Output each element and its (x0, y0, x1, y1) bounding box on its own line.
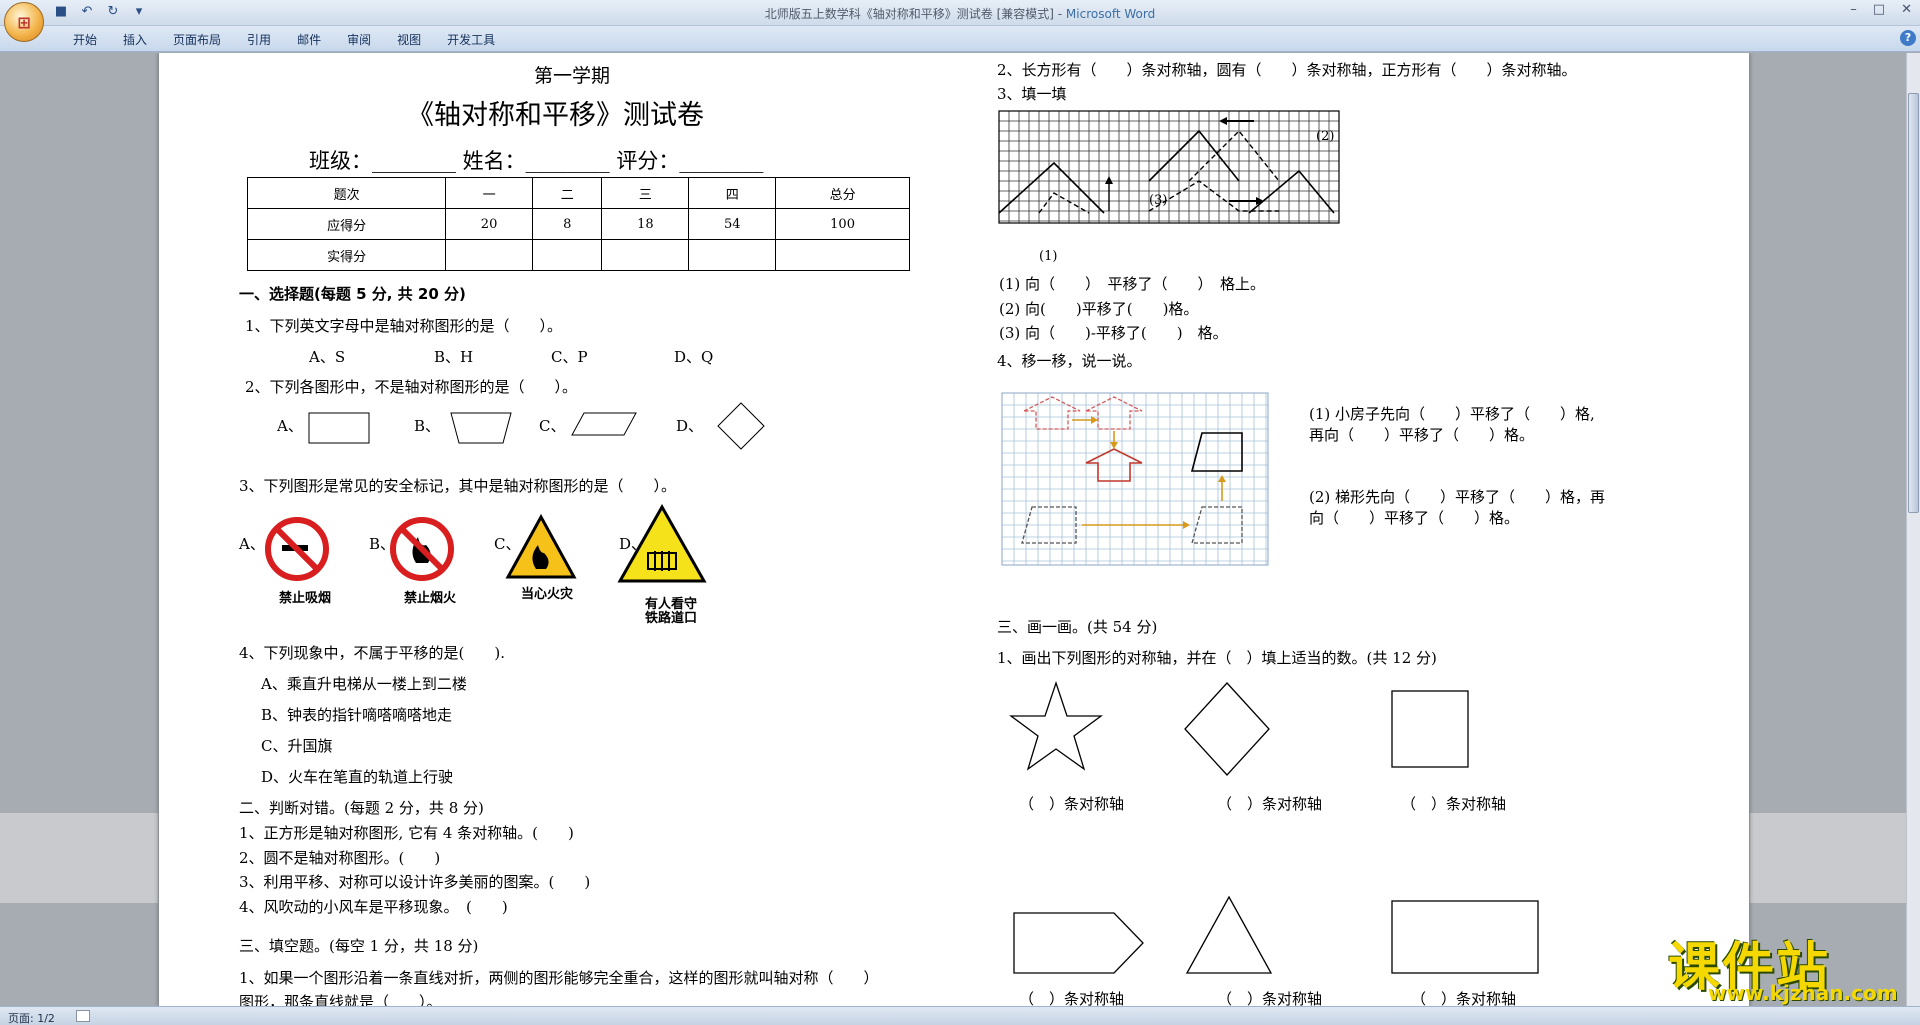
ribbon-tab[interactable]: 开发工具 (434, 30, 508, 49)
grid-question-3: (3) 向（ )-平移了( ) 格。 (999, 324, 1228, 342)
safety-signs (265, 503, 707, 583)
ribbon: 开始 插入 页面布局 引用 邮件 审阅 视图 开发工具 ? (0, 26, 1920, 52)
close-icon[interactable]: ✕ (1901, 2, 1912, 17)
office-button[interactable]: ⊞ (4, 2, 44, 42)
house-question-a: (1) 小房子先向（ ）平移了（ ）格, (1309, 405, 1595, 423)
page-indicator[interactable]: 页面: 1/2 (8, 1010, 55, 1025)
triangle-shape (1185, 895, 1273, 974)
pentagon-shape (1013, 912, 1144, 974)
watermark-url: www.kjzhan.com (1708, 981, 1898, 1005)
axis-count-triangle: （ ）条对称轴 (1217, 990, 1323, 1006)
diamond-shape (1184, 682, 1270, 776)
maximize-icon[interactable]: □ (1873, 2, 1885, 17)
q4-option-d: D、火车在笔直的轨道上行驶 (261, 768, 454, 786)
ribbon-tab[interactable]: 开始 (60, 30, 110, 49)
sign-label-fire-warning: 当心火灾 (521, 587, 574, 602)
title-bar: ■ ↶ ↻ ▾ 北师版五上数学科《轴对称和平移》测试卷 [兼容模式] - Mic… (0, 0, 1920, 26)
judge-item-3: 3、利用平移、对称可以设计许多美丽的图案。( ) (239, 873, 591, 891)
ribbon-tab[interactable]: 视图 (384, 30, 434, 49)
ribbon-tab[interactable]: 审阅 (334, 30, 384, 49)
watermark-logo: 课件站 www.kjzhan.com (1668, 925, 1908, 1005)
q4-option-a: A、乘直升电梯从一楼上到二楼 (261, 675, 467, 693)
scroll-thumb[interactable] (1908, 93, 1919, 513)
ribbon-tab[interactable]: 引用 (234, 30, 284, 49)
vertical-scrollbar[interactable] (1906, 53, 1920, 1006)
section-2-title: 二、判断对错。(每题 2 分，共 8 分) (239, 799, 484, 817)
grid-label-2: (2) (1316, 129, 1335, 144)
axis-count-pentagon: （ ）条对称轴 (1019, 990, 1125, 1006)
section-3-title: 三、填空题。(每空 1 分，共 18 分) (239, 937, 479, 955)
status-bar: 页面: 1/2 (0, 1006, 1920, 1025)
help-icon[interactable]: ? (1900, 30, 1916, 46)
rectangle-shape (308, 412, 370, 444)
ribbon-tabs: 开始 插入 页面布局 引用 邮件 审阅 视图 开发工具 (60, 30, 508, 49)
trapezoid-question-a: (2) 梯形先向（ ）平移了（ ）格，再 (1309, 488, 1606, 506)
symmetry-shapes (1009, 680, 1539, 974)
fire-warning-sign (505, 513, 577, 579)
question-4: 4、下列现象中，不属于平移的是( ). (239, 644, 506, 662)
square-shape (1391, 690, 1469, 768)
q3-option-a: A、 (239, 535, 265, 553)
house-question-b: 再向（ ）平移了（ ）格。 (1309, 426, 1535, 444)
fill-question-1-cont: 图形，那条直线就是（ ）。 (239, 993, 442, 1006)
ribbon-tab[interactable]: 插入 (110, 30, 160, 49)
trapezoid-question-b: 向（ ）平移了（ ）格。 (1309, 509, 1520, 527)
axis-count-diamond: （ ）条对称轴 (1217, 795, 1323, 813)
judge-item-4: 4、风吹动的小风车是平移现象。 ( ) (239, 898, 508, 916)
q2-shapes (308, 402, 765, 450)
grid-question-1: (1) 向（ ） 平移了（ ） 格上。 (999, 275, 1266, 293)
no-fire-sign (390, 517, 454, 581)
window-title: 北师版五上数学科《轴对称和平移》测试卷 [兼容模式] - Microsoft W… (764, 7, 1156, 21)
grid-question-2: (2) 向( )平移了( )格。 (999, 300, 1199, 318)
q4-option-c: C、升国旗 (261, 737, 333, 755)
fill-question-1: 1、如果一个图形沿着一条直线对折，两侧的图形能够完全重合，这样的图形就叫轴对称（… (239, 969, 879, 987)
triangle-shape-1 (998, 161, 1105, 214)
ribbon-tab[interactable]: 页面布局 (160, 30, 234, 49)
no-smoking-sign (265, 517, 329, 581)
axis-count-rectangle: （ ）条对称轴 (1411, 990, 1517, 1006)
star-shape (1009, 680, 1103, 771)
proofing-icon[interactable] (76, 1010, 90, 1022)
rhombus-shape (717, 402, 765, 450)
draw-question-1: 1、画出下列图形的对称轴，并在（ ）填上适当的数。(共 12 分) (997, 649, 1437, 667)
draw-section-title: 三、画一画。(共 54 分) (997, 618, 1158, 636)
sign-label-no-fire: 禁止烟火 (404, 591, 457, 606)
judge-item-2: 2、圆不是轴对称图形。( ) (239, 849, 441, 867)
right-question-2: 2、长方形有（ ）条对称轴，圆有（ ）条对称轴，正方形有（ ）条对称轴。 (997, 61, 1577, 79)
question-3: 3、下列图形是常见的安全标记，其中是轴对称图形的是（ ）。 (239, 477, 677, 495)
sign-label-railway: 铁路道口 (645, 611, 698, 626)
parallelogram-shape (571, 412, 637, 436)
axis-count-square: （ ）条对称轴 (1401, 795, 1507, 813)
sign-label-no-smoking: 禁止吸烟 (279, 591, 332, 606)
judge-item-1: 1、正方形是轴对称图形, 它有 4 条对称轴。( ) (239, 824, 574, 842)
document-area: 第一学期 《轴对称和平移》测试卷 班级：________ 姓名：________… (0, 53, 1906, 1006)
trapezoid-shape (450, 412, 512, 444)
document-page[interactable]: 第一学期 《轴对称和平移》测试卷 班级：________ 姓名：________… (158, 53, 1750, 1006)
axis-count-star: （ ）条对称轴 (1019, 795, 1125, 813)
grid-label-1: (1) (1039, 249, 1058, 264)
translation-grid (998, 110, 1340, 224)
ribbon-tab[interactable]: 邮件 (284, 30, 334, 49)
move-grid (1001, 392, 1269, 566)
window-controls: – □ ✕ (1850, 2, 1912, 17)
right-question-4: 4、移一移，说一说。 (997, 352, 1142, 370)
rectangle-shape-large (1391, 900, 1539, 974)
grid-label-3: (3) (1149, 193, 1168, 208)
right-question-3: 3、填一填 (997, 85, 1067, 103)
q4-option-b: B、钟表的指针嘀嗒嘀嗒地走 (261, 706, 453, 724)
minimize-icon[interactable]: – (1850, 2, 1857, 17)
